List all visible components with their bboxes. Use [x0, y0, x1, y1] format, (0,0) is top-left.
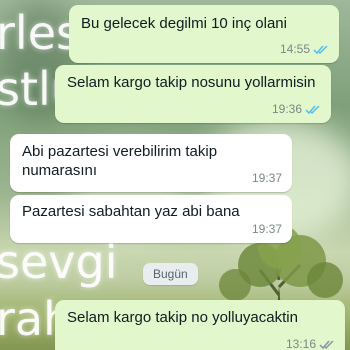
date-separator: Bugün [143, 263, 198, 285]
chat-screen: rles stlu sevgi rah Bu gelecek degilmi 1… [0, 0, 350, 350]
message-time: 19:37 [251, 222, 282, 236]
message-time: 19:36 [271, 102, 302, 116]
message-bubble-incoming[interactable]: Abi pazartesi verebilirim takip numarası… [10, 134, 292, 192]
message-text: Bu gelecek degilmi 10 inç olani [81, 15, 287, 32]
message-time: 19:37 [251, 171, 282, 185]
double-check-blue-icon [313, 45, 328, 55]
double-check-blue-icon [305, 105, 320, 115]
message-time: 13:16 [285, 337, 316, 350]
message-bubble-outgoing[interactable]: Selam kargo takip no yolluyacaktin 13:16 [55, 300, 345, 350]
message-text: Selam kargo takip no yolluyacaktin [67, 309, 298, 326]
message-bubble-outgoing[interactable]: Selam kargo takip nosunu yollarmisin 19:… [55, 65, 331, 123]
message-bubble-outgoing[interactable]: Bu gelecek degilmi 10 inç olani 14:55 [69, 5, 339, 63]
message-time: 14:55 [279, 42, 310, 56]
message-meta: 19:36 [272, 100, 321, 119]
message-text: Abi pazartesi verebilirim takip numarası… [22, 143, 218, 179]
message-bubble-incoming[interactable]: Pazartesi sabahtan yaz abi bana 19:37 [10, 195, 292, 243]
message-meta: 19:37 [252, 169, 282, 188]
message-meta: 14:55 [280, 40, 329, 59]
message-meta: 19:37 [252, 220, 282, 239]
message-text: Selam kargo takip nosunu yollarmisin [67, 74, 316, 91]
message-meta: 13:16 [286, 335, 335, 350]
double-check-gray-icon [319, 340, 334, 350]
message-text: Pazartesi sabahtan yaz abi bana [22, 203, 240, 220]
